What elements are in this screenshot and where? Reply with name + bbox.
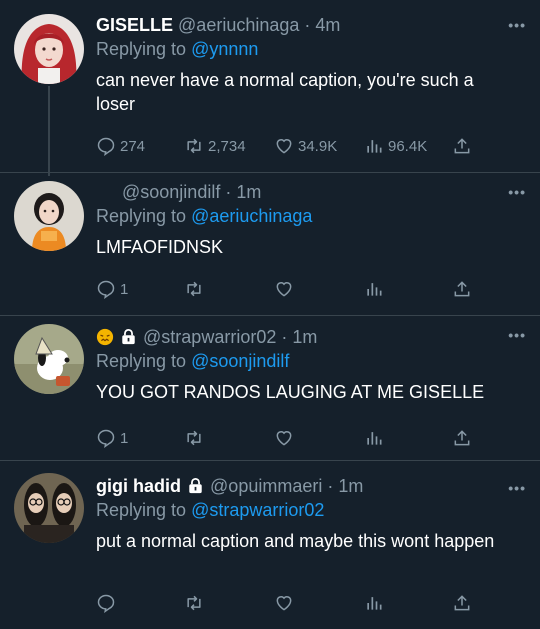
timestamp[interactable]: · 1m	[281, 327, 317, 347]
views-button[interactable]: 96.4K	[364, 134, 427, 158]
reply-count: 274	[120, 137, 146, 155]
lock-icon	[122, 329, 135, 345]
reply-count: 1	[120, 280, 129, 298]
timestamp[interactable]: · 1m	[327, 476, 363, 496]
tweet-text: put a normal caption and maybe this wont…	[96, 531, 495, 551]
like-button[interactable]	[274, 426, 294, 450]
replying-to-label: Replying to	[96, 500, 187, 520]
share-icon	[454, 138, 470, 154]
user-handle[interactable]: @soonjindilf	[122, 182, 220, 202]
user-handle[interactable]: @aeriuchinaga	[178, 15, 299, 35]
reply-icon	[97, 429, 115, 448]
reply-icon	[97, 280, 115, 299]
replying-to-handle[interactable]: @aeriuchinaga	[191, 206, 312, 226]
tweet-text: LMFAOFIDNSK	[96, 237, 224, 257]
share-button[interactable]	[452, 426, 472, 450]
share-button[interactable]	[452, 134, 472, 158]
avatar[interactable]	[14, 324, 84, 394]
tweet-text: YOU GOT RANDOS LAUGING AT ME GISELLE	[96, 382, 485, 402]
user-handle[interactable]: @strapwarrior02	[143, 327, 276, 347]
share-icon	[454, 430, 470, 446]
action-bar: 1	[96, 277, 486, 301]
avatar[interactable]	[14, 14, 84, 84]
views-icon	[367, 140, 382, 153]
retweet-count: 2,734	[208, 137, 246, 155]
replying-to-handle[interactable]: @ynnnn	[191, 39, 258, 59]
action-bar	[96, 591, 486, 615]
heart-icon	[276, 139, 292, 154]
reply-button[interactable]: 274	[96, 134, 145, 158]
retweet-icon	[187, 430, 201, 446]
tweet-text: can never have a normal caption, you're …	[96, 70, 474, 114]
tweet[interactable]: ••• @soonjindilf · 1m Replying to @aeriu…	[0, 173, 540, 315]
replying-to-handle[interactable]: @strapwarrior02	[191, 500, 324, 520]
avatar[interactable]	[14, 181, 84, 251]
reply-count: 1	[120, 429, 129, 447]
timestamp[interactable]: · 1m	[225, 182, 261, 202]
view-count: 96.4K	[388, 137, 428, 155]
retweet-button[interactable]	[184, 591, 204, 615]
reply-button[interactable]	[96, 591, 116, 615]
heart-icon	[276, 282, 292, 297]
share-icon	[454, 281, 470, 297]
avatar[interactable]	[14, 473, 84, 543]
replying-to-handle[interactable]: @soonjindilf	[191, 351, 289, 371]
tweet[interactable]: ••• GISELLE @aeriuchinaga · 4m Replying …	[0, 0, 540, 172]
views-button[interactable]	[364, 277, 384, 301]
action-bar: 1	[96, 426, 486, 450]
reply-button[interactable]: 1	[96, 426, 128, 450]
views-icon	[367, 597, 382, 610]
lock-icon	[189, 478, 202, 494]
retweet-icon	[187, 595, 201, 611]
tweet[interactable]: ••• @strapwarrior02 · 1m Replying to @so…	[0, 316, 540, 460]
views-button[interactable]	[364, 426, 384, 450]
retweet-button[interactable]	[184, 277, 204, 301]
like-button[interactable]	[274, 277, 294, 301]
replying-to-label: Replying to	[96, 206, 187, 226]
heart-icon	[276, 431, 292, 446]
retweet-icon	[187, 281, 201, 297]
user-handle[interactable]: @opuimmaeri	[210, 476, 322, 496]
views-icon	[367, 283, 382, 296]
like-count: 34.9K	[298, 137, 338, 155]
share-icon	[454, 595, 470, 611]
reply-icon	[97, 137, 115, 156]
tweet[interactable]: ••• gigi hadid @opuimmaeri · 1m Replying…	[0, 461, 540, 629]
views-button[interactable]	[364, 591, 384, 615]
reply-button[interactable]: 1	[96, 277, 128, 301]
retweet-icon	[187, 138, 201, 154]
retweet-button[interactable]: 2,734	[184, 134, 246, 158]
heart-icon	[276, 596, 292, 611]
like-button[interactable]: 34.9K	[274, 134, 337, 158]
views-icon	[367, 432, 382, 445]
action-bar: 274 2,734 34.9K 96.4K	[96, 134, 486, 158]
display-name[interactable]: GISELLE	[96, 15, 173, 35]
replying-to-label: Replying to	[96, 351, 187, 371]
share-button[interactable]	[452, 277, 472, 301]
timestamp[interactable]: · 4m	[304, 15, 340, 35]
like-button[interactable]	[274, 591, 294, 615]
confounded-emoji-icon	[96, 328, 114, 346]
replying-to-label: Replying to	[96, 39, 187, 59]
reply-icon	[97, 594, 115, 613]
display-name[interactable]: gigi hadid	[96, 476, 181, 496]
retweet-button[interactable]	[184, 426, 204, 450]
share-button[interactable]	[452, 591, 472, 615]
